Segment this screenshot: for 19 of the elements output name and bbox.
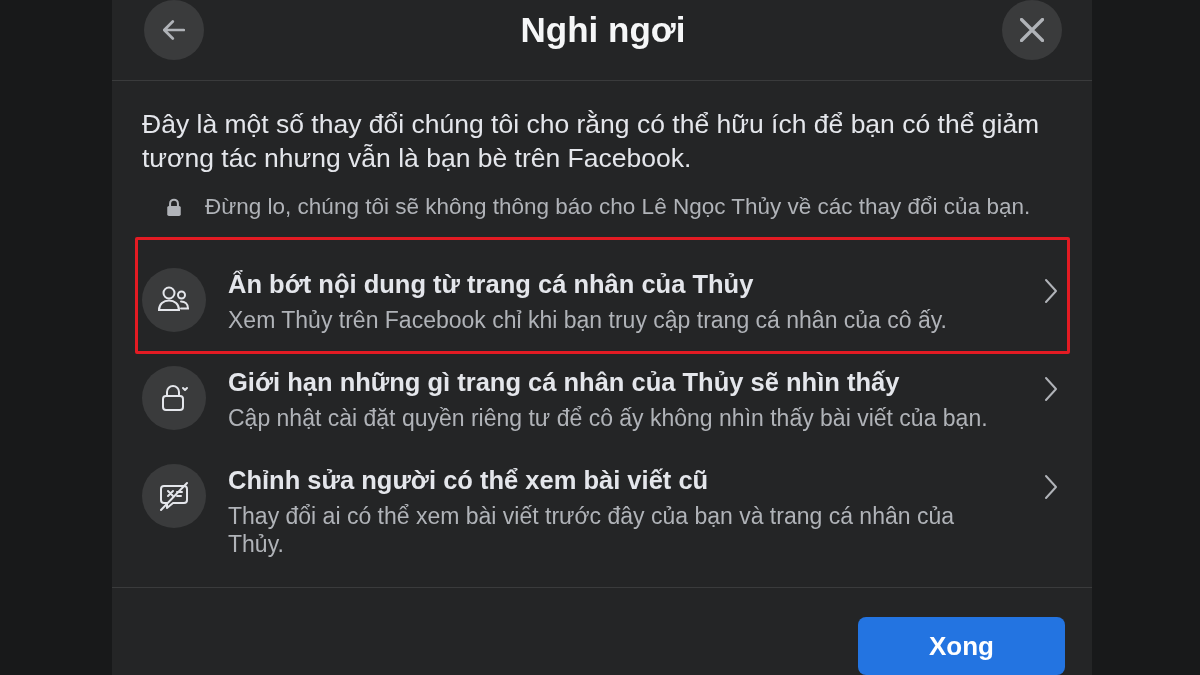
chevron-right-icon [1044, 376, 1058, 402]
option-description: Cập nhật cài đặt quyền riêng tư để cô ấy không nhìn thấy bài viết của bạn. [228, 404, 989, 432]
option-title[interactable]: Chỉnh sửa người có thể xem bài viết cũ [228, 464, 998, 496]
chevron-right-icon [1044, 278, 1058, 304]
people-icon [142, 268, 206, 332]
intro-text: Đây là một số thay đổi chúng tôi cho rằng có thể hữu ích để bạn có thể giảm tương tác nhưng vẫn là bạn bè trên Facebook. [142, 108, 1041, 175]
done-button[interactable]: Xong [858, 617, 1065, 675]
chevron-right-icon [1044, 474, 1058, 500]
lock-icon [166, 198, 182, 216]
option-title[interactable]: Ẩn bớt nội dung từ trang cá nhân của Thủy [228, 268, 998, 300]
privacy-note: Đừng lo, chúng tôi sẽ không thông báo cho Lê Ngọc Thủy về các thay đổi của bạn. [205, 193, 1031, 221]
dialog-title: Nghi ngơi [519, 9, 687, 51]
option-description: Xem Thủy trên Facebook chỉ khi bạn truy cập trang cá nhân của cô ấy. [228, 306, 948, 334]
close-icon [1020, 18, 1044, 42]
back-arrow-icon [163, 20, 185, 40]
crossed-speech-bubble-icon [142, 464, 206, 528]
option-description: Thay đổi ai có thể xem bài viết trước đây của bạn và trang cá nhân của Thủy. [228, 502, 955, 558]
option-title[interactable]: Giới hạn những gì trang cá nhân của Thủy sẽ nhìn thấy [228, 366, 998, 398]
padlock-icon [142, 366, 206, 430]
